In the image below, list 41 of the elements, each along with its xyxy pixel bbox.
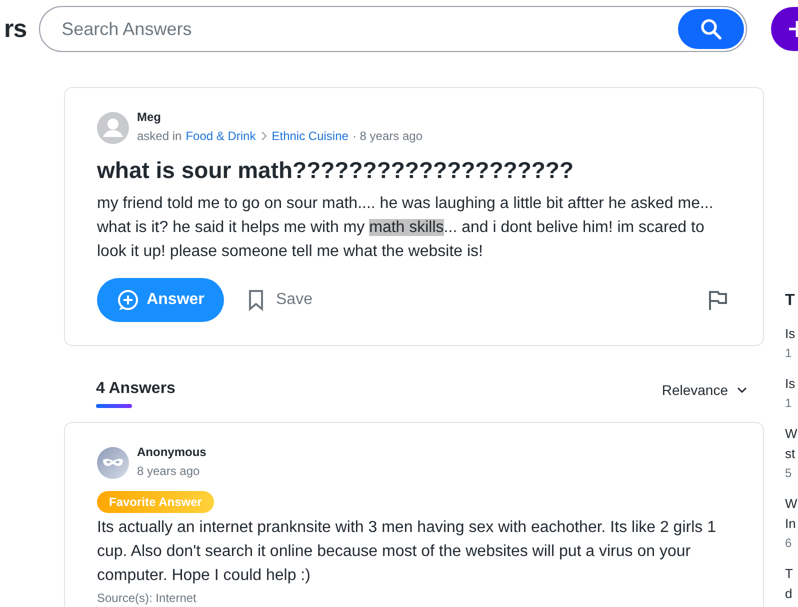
bookmark-icon xyxy=(248,289,264,311)
search-field[interactable]: Search Answers xyxy=(38,6,747,52)
question-body: my friend told me to go on sour math.... he was laughing a little bit aftter he asked me... what is it? he said it helps me with my math skills... and i dont belive him! im scared to look it up! please someone tell me what the website is! xyxy=(97,194,714,262)
sidebar-link[interactable]: T xyxy=(785,564,798,584)
sidebar-meta: 1 xyxy=(785,395,793,412)
answers-count: 4 Answers xyxy=(96,380,176,398)
flag-icon[interactable] xyxy=(707,289,729,311)
author-name: Anonymous xyxy=(137,445,206,459)
chevron-down-icon xyxy=(736,386,748,394)
asked-in-label: asked in xyxy=(137,128,182,144)
add-answer-icon xyxy=(116,289,139,311)
avatar-icon xyxy=(97,112,129,144)
answer-text: Its actually an internet pranknsite with 3 men having sex with eachother. Its like 2 girls 1 cup. Also don't search it online because most of the websites will put a virus on your computer. Hope I could help :) xyxy=(97,518,717,586)
sort-dropdown[interactable]: Relevance xyxy=(662,382,748,398)
chevron-icon xyxy=(260,131,268,141)
sidebar-link[interactable]: In xyxy=(785,514,798,534)
favorite-answer-badge: Favorite Answer xyxy=(97,491,214,513)
author-name[interactable]: Meg xyxy=(137,110,422,124)
logo-text[interactable]: rs xyxy=(4,14,27,44)
sidebar-link[interactable]: st xyxy=(785,444,798,464)
question-title: what is sour math???????????????????? xyxy=(97,156,575,184)
search-button[interactable] xyxy=(678,9,744,49)
save-button[interactable]: Save xyxy=(248,289,312,311)
answer-time: 8 years ago xyxy=(137,463,201,479)
search-input[interactable]: Search Answers xyxy=(60,18,678,40)
question-time: · 8 years ago xyxy=(352,128,422,144)
tab-underline xyxy=(96,404,132,408)
anonymous-avatar-icon xyxy=(97,447,129,479)
sidebar-link[interactable]: d xyxy=(785,584,798,604)
sidebar-meta: 1 xyxy=(785,345,793,362)
category-link[interactable]: Food & Drink xyxy=(186,128,256,144)
sidebar-link[interactable]: W xyxy=(785,494,798,514)
sidebar-meta: 5 xyxy=(785,465,793,482)
subcategory-link[interactable]: Ethnic Cuisine xyxy=(272,128,348,144)
sidebar-link[interactable]: Is xyxy=(785,374,798,394)
sidebar-meta: 6 xyxy=(785,535,793,552)
sidebar-link[interactable]: Is xyxy=(785,324,798,344)
sidebar-heading: T xyxy=(785,292,796,310)
search-icon xyxy=(700,18,722,40)
sidebar-link[interactable]: W xyxy=(785,424,798,444)
answer-source: Source(s): Internet xyxy=(97,592,196,605)
